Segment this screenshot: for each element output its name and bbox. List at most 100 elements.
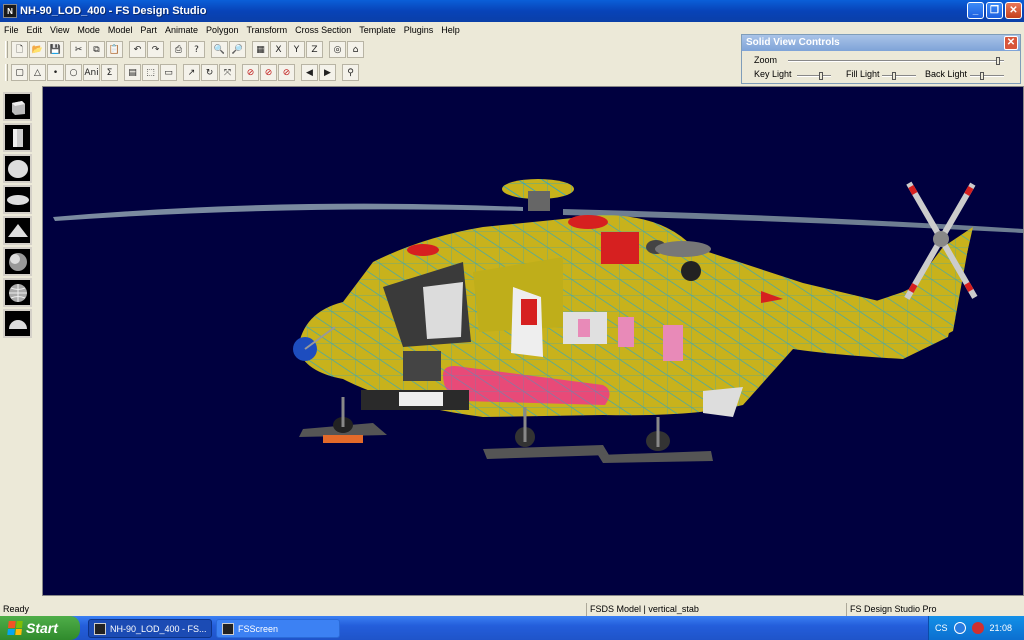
help-icon[interactable]: ? (188, 41, 205, 58)
menu-transform[interactable]: Transform (243, 22, 292, 38)
axis-y-icon[interactable]: Y (288, 41, 305, 58)
point-icon[interactable]: • (47, 64, 64, 81)
key-light-slider[interactable] (797, 72, 831, 80)
toolbar-separator (296, 64, 300, 81)
rotate-icon[interactable]: ↻ (201, 64, 218, 81)
sigma-icon[interactable]: Σ (101, 64, 118, 81)
cut-icon[interactable]: ✂ (70, 41, 87, 58)
undo-icon[interactable]: ↶ (129, 41, 146, 58)
axis-z-icon[interactable]: Z (306, 41, 323, 58)
circle-icon[interactable]: ○ (65, 64, 82, 81)
toolbar-separator (237, 64, 241, 81)
move-icon[interactable]: ↗ (183, 64, 200, 81)
zoom-in-icon[interactable]: 🔍 (211, 41, 228, 58)
hemisphere-shape-icon[interactable] (3, 309, 32, 338)
solid-3d-viewport[interactable] (42, 86, 1024, 596)
status-bar: Ready FSDS Model | vertical_stab FS Desi… (0, 603, 1024, 616)
home-icon[interactable]: ⌂ (347, 41, 364, 58)
menu-view[interactable]: View (46, 22, 73, 38)
menu-template[interactable]: Template (355, 22, 400, 38)
solid-view-controls-title[interactable]: Solid View Controls ✕ (742, 35, 1020, 51)
edit-toolbar: ▢ △ • ○ Ani Σ ▤ ⬚ ▭ ↗ ↻ ⤧ ⊘ ⊘ ⊘ ◀ ▶ ⚲ (2, 62, 359, 83)
menu-cross-section[interactable]: Cross Section (291, 22, 355, 38)
no-move-icon[interactable]: ⊘ (242, 64, 259, 81)
view-3d-icon[interactable]: ◎ (329, 41, 346, 58)
shaded-sphere-icon[interactable] (3, 247, 32, 276)
toolbar-separator (247, 41, 251, 58)
cone-shape-icon[interactable] (3, 216, 32, 245)
toolbar-separator (124, 41, 128, 58)
scale-icon[interactable]: ⤧ (219, 64, 236, 81)
zoom-out-icon[interactable]: 🔎 (229, 41, 246, 58)
select-part-icon[interactable]: ▢ (11, 64, 28, 81)
language-indicator[interactable]: CS (935, 623, 948, 633)
zoom-label: Zoom (754, 55, 778, 65)
taskbar-item-label: NH-90_LOD_400 - FS... (110, 623, 207, 634)
animate-icon[interactable]: Ani (83, 64, 100, 81)
toolbar-grip[interactable] (5, 41, 8, 58)
menu-edit[interactable]: Edit (23, 22, 47, 38)
toolbar-separator (178, 64, 182, 81)
key-light-thumb[interactable] (819, 72, 823, 80)
no-scale-icon[interactable]: ⊘ (278, 64, 295, 81)
menu-part[interactable]: Part (136, 22, 161, 38)
taskbar-item-fsscreen[interactable]: FSScreen (216, 619, 340, 638)
back-light-slider[interactable] (970, 72, 1004, 80)
menu-plugins[interactable]: Plugins (400, 22, 438, 38)
clock[interactable]: 21:08 (990, 623, 1013, 633)
cube-shape-icon[interactable] (3, 92, 32, 121)
zoom-slider-thumb[interactable] (996, 57, 1000, 65)
title-bar: N NH-90_LOD_400 - FS Design Studio _ ❐ ✕ (0, 0, 1024, 22)
paste-icon[interactable]: 📋 (106, 41, 123, 58)
start-button[interactable]: Start (0, 616, 80, 640)
maximize-button[interactable]: ❐ (986, 2, 1003, 19)
next-icon[interactable]: ▶ (319, 64, 336, 81)
ellipsoid-shape-icon[interactable] (3, 185, 32, 214)
windows-taskbar: Start NH-90_LOD_400 - FS... FSScreen CS … (0, 616, 1024, 640)
print-icon[interactable]: ⎙ (170, 41, 187, 58)
texture-icon[interactable]: ▤ (124, 64, 141, 81)
ruler-icon[interactable]: ▭ (160, 64, 177, 81)
back-light-thumb[interactable] (980, 72, 984, 80)
close-button[interactable]: ✕ (1005, 2, 1022, 19)
taskbar-item-fsds[interactable]: NH-90_LOD_400 - FS... (88, 619, 212, 638)
no-rotate-icon[interactable]: ⊘ (260, 64, 277, 81)
status-model-part: FSDS Model | vertical_stab (586, 603, 846, 616)
copy-icon[interactable]: ⧉ (88, 41, 105, 58)
menu-animate[interactable]: Animate (161, 22, 202, 38)
open-folder-icon[interactable]: 📂 (29, 41, 46, 58)
save-icon[interactable]: 💾 (47, 41, 64, 58)
close-icon[interactable]: ✕ (1004, 36, 1018, 50)
main-toolbar: 🗋 📂 💾 ✂ ⧉ 📋 ↶ ↷ ⎙? 🔍 🔎 ▦ X Y Z ◎ ⌂ (2, 39, 364, 60)
fsds-app-icon[interactable]: N (3, 4, 17, 18)
red-marking (521, 299, 537, 325)
triangle-icon[interactable]: △ (29, 64, 46, 81)
cylinder-shape-icon[interactable] (3, 123, 32, 152)
menu-model[interactable]: Model (104, 22, 137, 38)
status-product: FS Design Studio Pro (846, 603, 1024, 616)
minimize-button[interactable]: _ (967, 2, 984, 19)
toolbar-separator (165, 41, 169, 58)
wire-sphere-icon[interactable] (3, 278, 32, 307)
network-icon[interactable] (953, 622, 966, 634)
menu-polygon[interactable]: Polygon (202, 22, 243, 38)
helicopter-model-render (53, 179, 1023, 463)
security-shield-icon[interactable] (971, 622, 984, 634)
menu-mode[interactable]: Mode (73, 22, 104, 38)
prev-icon[interactable]: ◀ (301, 64, 318, 81)
find-icon[interactable]: ⚲ (342, 64, 359, 81)
sphere-shape-icon[interactable] (3, 154, 32, 183)
panel-title-text: Solid View Controls (746, 37, 840, 48)
axis-x-icon[interactable]: X (270, 41, 287, 58)
marquee-icon[interactable]: ⬚ (142, 64, 159, 81)
toolbar-grip[interactable] (5, 64, 8, 81)
fill-light-slider[interactable] (882, 72, 916, 80)
new-file-icon[interactable]: 🗋 (11, 41, 28, 58)
fill-light-thumb[interactable] (892, 72, 896, 80)
zoom-slider[interactable] (788, 57, 1004, 65)
redo-icon[interactable]: ↷ (147, 41, 164, 58)
grid-icon[interactable]: ▦ (252, 41, 269, 58)
taskbar-item-label: FSScreen (238, 623, 279, 634)
menu-file[interactable]: File (0, 22, 23, 38)
menu-help[interactable]: Help (437, 22, 464, 38)
